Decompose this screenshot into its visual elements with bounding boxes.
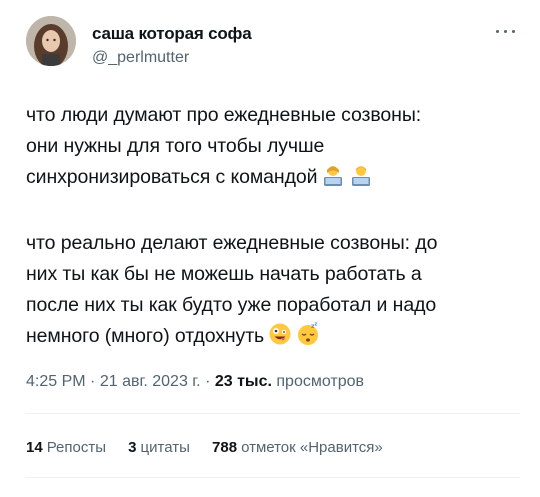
tweet-line-text: немного (много) отдохнуть [26,325,265,347]
reposts-stat[interactable]: 14 Репосты [26,439,106,456]
tweet-meta: 4:25 PM · 21 авг. 2023 г. · 23 тыс. прос… [26,373,364,391]
svg-text:z: z [315,322,318,328]
author-handle[interactable]: @_perlmutter [92,49,189,67]
separator: · [90,373,96,390]
quotes-stat[interactable]: 3 цитаты [128,439,190,456]
sleepy-face-emoji-icon: z z [296,322,320,356]
dot-icon [512,30,515,33]
man-technologist-emoji-icon [349,163,373,197]
avatar-photo [26,16,76,66]
views-label: просмотров [276,373,365,390]
engagement-stats: 14 Репосты 3 цитаты 788 отметок «Нравится» [26,439,401,456]
more-options-button[interactable] [496,26,518,38]
woman-technologist-emoji-icon [321,163,345,197]
tweet-line: синхронизироваться с командой [26,162,520,197]
reposts-count: 14 [26,439,43,456]
tweet-line-text: синхронизироваться с командой [26,166,318,188]
tweet-date[interactable]: 21 авг. 2023 г. [100,373,201,390]
quotes-count: 3 [128,439,137,456]
avatar[interactable] [26,16,76,66]
dot-icon [504,30,507,33]
likes-label: отметок «Нравится» [241,439,383,456]
tweet-time[interactable]: 4:25 PM [26,373,86,390]
zany-face-emoji-icon [268,322,292,356]
tweet-line: что люди думают про ежедневные созвоны: [26,104,422,126]
tweet-line: немного (много) отдохнуть z z [26,321,520,356]
quotes-label: цитаты [140,439,190,456]
tweet-header: саша которая софа @_perlmutter [26,16,520,76]
author-name[interactable]: саша которая софа [92,24,252,44]
divider [26,477,520,478]
tweet-line: них ты как бы не можешь начать работать … [26,263,422,285]
dot-icon [496,30,499,33]
reposts-label: Репосты [46,439,106,456]
tweet-line: после них ты как будто уже поработал и н… [26,294,437,316]
tweet-text: что люди думают про ежедневные созвоны: … [26,100,520,356]
tweet-line: они нужны для того чтобы лучше [26,135,325,157]
tweet-line: что реально делают ежедневные созвоны: д… [26,232,438,254]
likes-stat[interactable]: 788 отметок «Нравится» [212,439,383,456]
views-count: 23 тыс. [214,373,272,390]
separator: · [205,373,211,390]
likes-count: 788 [212,439,238,456]
divider [26,413,520,414]
